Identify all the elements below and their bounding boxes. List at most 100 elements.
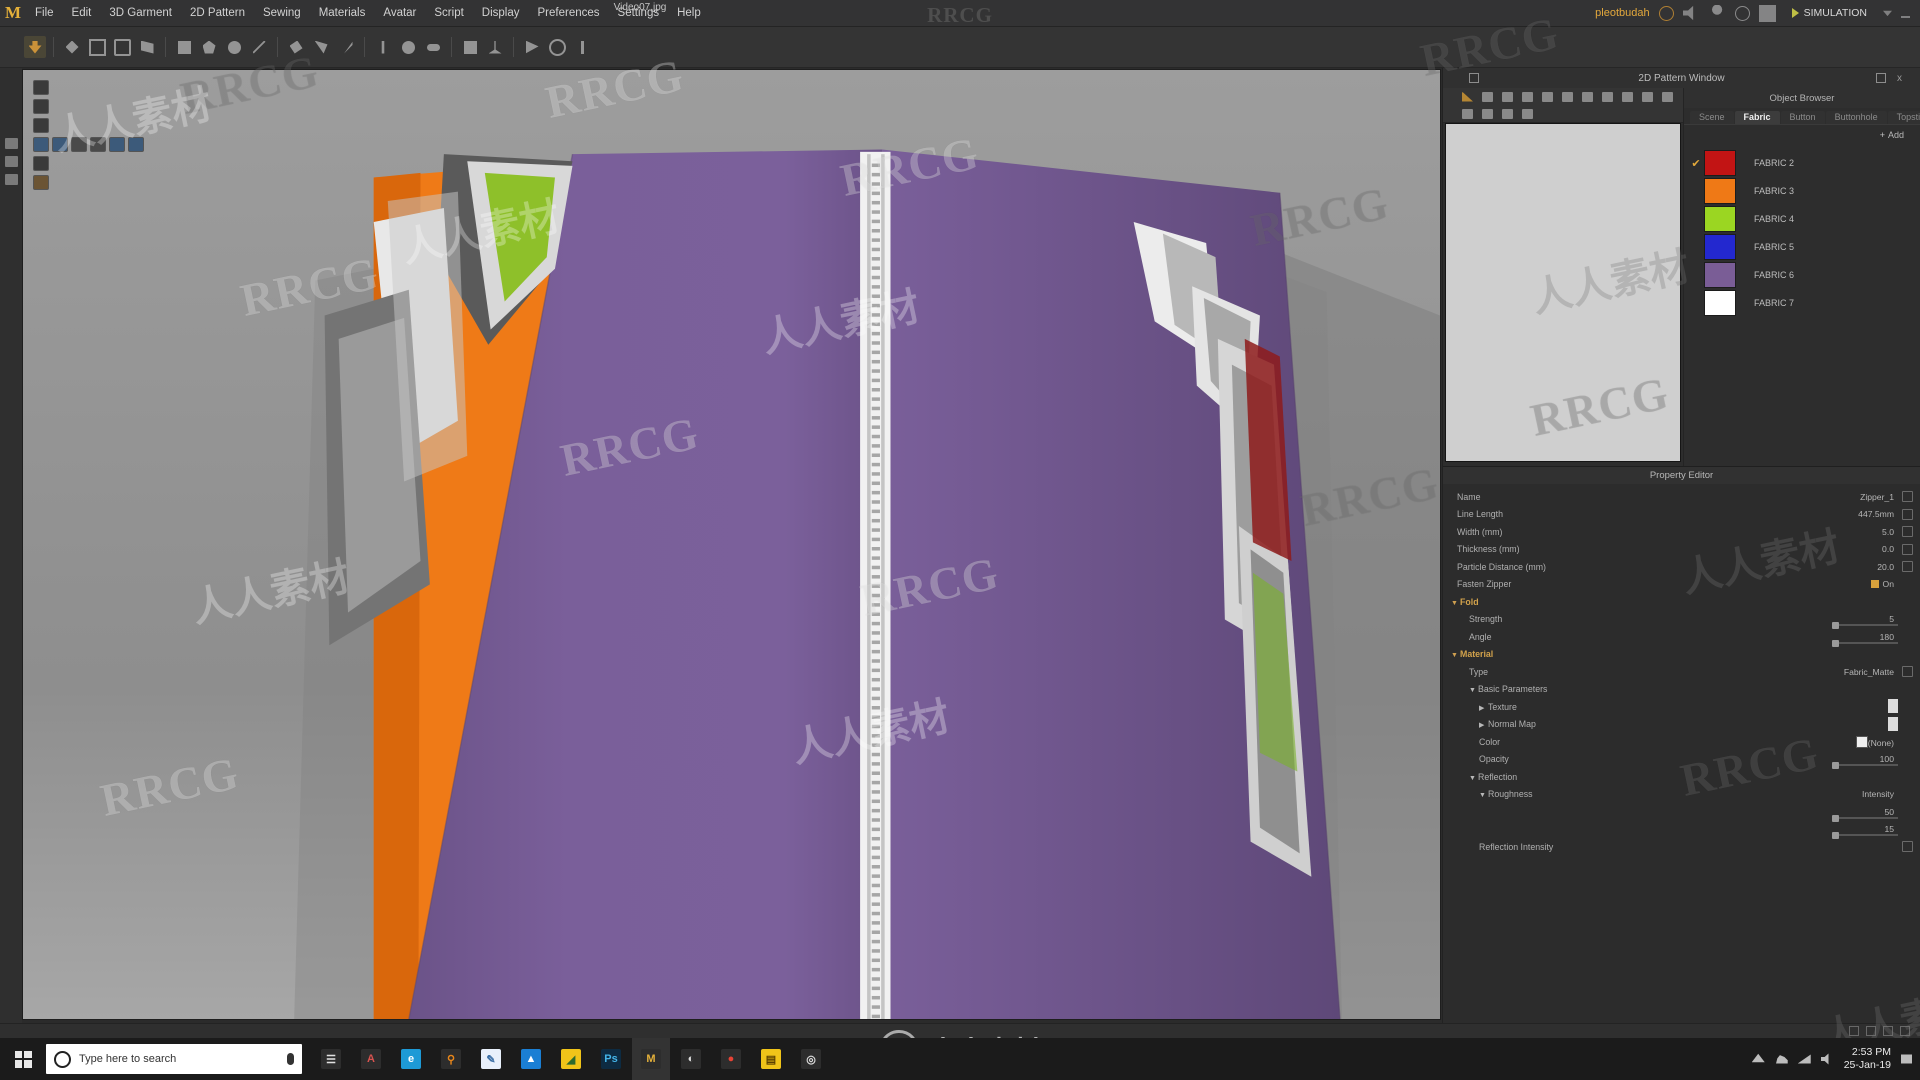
layout-1-icon[interactable]	[1849, 1026, 1859, 1036]
fabric-color-swatch[interactable]	[1704, 290, 1736, 316]
property-value[interactable]: 5	[1634, 614, 1920, 624]
network-icon[interactable]	[1797, 1054, 1811, 1064]
slider-control[interactable]	[1832, 639, 1898, 647]
fabric-row[interactable]: FABRIC 3	[1684, 177, 1920, 205]
menu-item-edit[interactable]: Edit	[63, 0, 101, 26]
chevron-down-icon[interactable]: ▼	[1469, 687, 1478, 694]
property-value[interactable]: Zipper_1	[1622, 492, 1920, 502]
property-row[interactable]: 50	[1443, 803, 1920, 822]
menu-item-help[interactable]: Help	[668, 0, 710, 26]
viewport-garment-icon[interactable]	[33, 80, 49, 95]
menu-item-materials[interactable]: Materials	[310, 0, 375, 26]
pattern-tool-offset[interactable]	[1459, 107, 1476, 121]
property-value[interactable]: Intensity	[1644, 789, 1920, 799]
chevron-down-icon[interactable]: ▼	[1451, 600, 1460, 607]
taskbar-icon-chrome[interactable]: ●	[712, 1038, 750, 1080]
fabric-row[interactable]: FABRIC 6	[1684, 261, 1920, 289]
taskbar-icon-affinity[interactable]: ▲	[512, 1038, 550, 1080]
slider-control[interactable]	[1832, 832, 1898, 839]
layout-2-icon[interactable]	[1866, 1026, 1876, 1036]
property-row[interactable]: Color (None)	[1443, 733, 1920, 751]
taskbar-icon-media-player[interactable]: ◐	[672, 1038, 710, 1080]
viewport-texture-icon[interactable]	[33, 137, 49, 152]
fabric-row[interactable]: FABRIC 5	[1684, 233, 1920, 261]
pattern-tool-add-point[interactable]	[1519, 90, 1536, 104]
viewport-strain-icon[interactable]	[71, 137, 87, 152]
wireframe-icon[interactable]	[4, 174, 18, 185]
tool-edit-pattern[interactable]	[86, 36, 108, 58]
pattern-tool-zipper[interactable]	[1499, 107, 1516, 121]
tab-topstitch[interactable]: Topstitch	[1887, 111, 1920, 124]
fabric-row[interactable]: FABRIC 7	[1684, 289, 1920, 317]
property-row[interactable]: ▼ Fold	[1443, 593, 1920, 611]
help-circle-icon[interactable]	[1734, 5, 1750, 21]
menu-item-2d-pattern[interactable]: 2D Pattern	[181, 0, 254, 26]
edit-icon[interactable]	[1902, 508, 1913, 520]
pattern-tool-edit-curve[interactable]	[1499, 90, 1516, 104]
fabric-color-swatch[interactable]	[1704, 262, 1736, 288]
texture-thumbnail[interactable]	[1888, 699, 1898, 713]
color-swatch[interactable]	[1855, 735, 1868, 748]
minimize-icon[interactable]	[1901, 15, 1910, 18]
taskbar-icon-photoshop[interactable]: Ps	[592, 1038, 630, 1080]
viewport-thickness-icon[interactable]	[52, 137, 68, 152]
tool-free-sewing[interactable]	[310, 36, 332, 58]
property-row[interactable]: ▼ Material	[1443, 646, 1920, 664]
property-row[interactable]: Width (mm) 5.0	[1443, 523, 1920, 541]
pattern-tool-sewing[interactable]	[1479, 107, 1496, 121]
property-row[interactable]: 15	[1443, 821, 1920, 839]
close-icon[interactable]: x	[1897, 73, 1902, 84]
viewport-stress-icon[interactable]	[90, 137, 106, 152]
taskbar-icon-search-everything[interactable]: ⚲	[432, 1038, 470, 1080]
property-row[interactable]: Name Zipper_1	[1443, 488, 1920, 506]
pattern-tool-pleat[interactable]	[1559, 90, 1576, 104]
property-row[interactable]: ▶ Texture	[1443, 698, 1920, 716]
property-row[interactable]: Opacity 100	[1443, 751, 1920, 769]
tool-select-move[interactable]	[24, 36, 46, 58]
start-button[interactable]	[0, 1038, 46, 1080]
tool-ellipse-select[interactable]	[546, 36, 568, 58]
tool-trim[interactable]	[521, 36, 543, 58]
property-value[interactable]: 50	[1656, 807, 1920, 817]
tool-zipper[interactable]	[372, 36, 394, 58]
property-row[interactable]: Reflection Intensity	[1443, 838, 1920, 856]
menu-item-3d-garment[interactable]: 3D Garment	[100, 0, 181, 26]
property-value[interactable]: 5.0	[1622, 527, 1920, 537]
menu-item-script[interactable]: Script	[425, 0, 472, 26]
microphone-icon[interactable]	[287, 1053, 294, 1065]
undock-icon[interactable]	[1876, 73, 1886, 83]
slider-control[interactable]	[1832, 622, 1898, 629]
check-icon[interactable]: ✔	[1688, 157, 1704, 170]
viewport-pressure-icon[interactable]	[109, 137, 125, 152]
pattern-tool-measure[interactable]	[1519, 107, 1536, 121]
tool-internal-line[interactable]	[248, 36, 270, 58]
viewport-avatar-icon[interactable]	[33, 99, 49, 114]
layout-3-icon[interactable]	[1883, 1026, 1893, 1036]
tab-scene[interactable]: Scene	[1690, 111, 1734, 124]
edit-icon[interactable]	[1902, 841, 1913, 853]
render-mode-icon[interactable]	[4, 138, 18, 149]
simulation-button[interactable]: SIMULATION	[1785, 5, 1874, 21]
pattern-tool-rectangle[interactable]	[1599, 90, 1616, 104]
property-row[interactable]: Line Length 447.5mm	[1443, 506, 1920, 524]
pattern-tool-fold[interactable]	[1539, 90, 1556, 104]
pattern-canvas[interactable]: 450.095.095.0450.0450.095.095.0450.0	[1445, 123, 1681, 462]
tool-polygon[interactable]	[198, 36, 220, 58]
edit-icon[interactable]	[1902, 526, 1913, 538]
globe-icon[interactable]	[1658, 5, 1674, 21]
taskbar-icon-notes[interactable]: ✎	[472, 1038, 510, 1080]
3d-viewport[interactable]	[22, 69, 1441, 1020]
viewport-particle-icon[interactable]	[33, 156, 49, 171]
property-row[interactable]: ▼ Roughness Intensity	[1443, 786, 1920, 804]
property-row[interactable]: Type Fabric_Matte	[1443, 663, 1920, 681]
fabric-row[interactable]: ✔ FABRIC 2	[1684, 149, 1920, 177]
menu-item-preferences[interactable]: Preferences	[529, 0, 609, 26]
tab-fabric[interactable]: Fabric	[1734, 111, 1780, 124]
onedrive-icon[interactable]	[1776, 1055, 1788, 1064]
taskbar-icon-edge[interactable]: e	[392, 1038, 430, 1080]
pin-icon[interactable]	[1469, 73, 1479, 83]
pattern-tool-circle[interactable]	[1639, 90, 1656, 104]
tool-puckering[interactable]	[459, 36, 481, 58]
pattern-tool-internal-line[interactable]	[1659, 90, 1676, 104]
slider-control[interactable]	[1832, 814, 1898, 822]
